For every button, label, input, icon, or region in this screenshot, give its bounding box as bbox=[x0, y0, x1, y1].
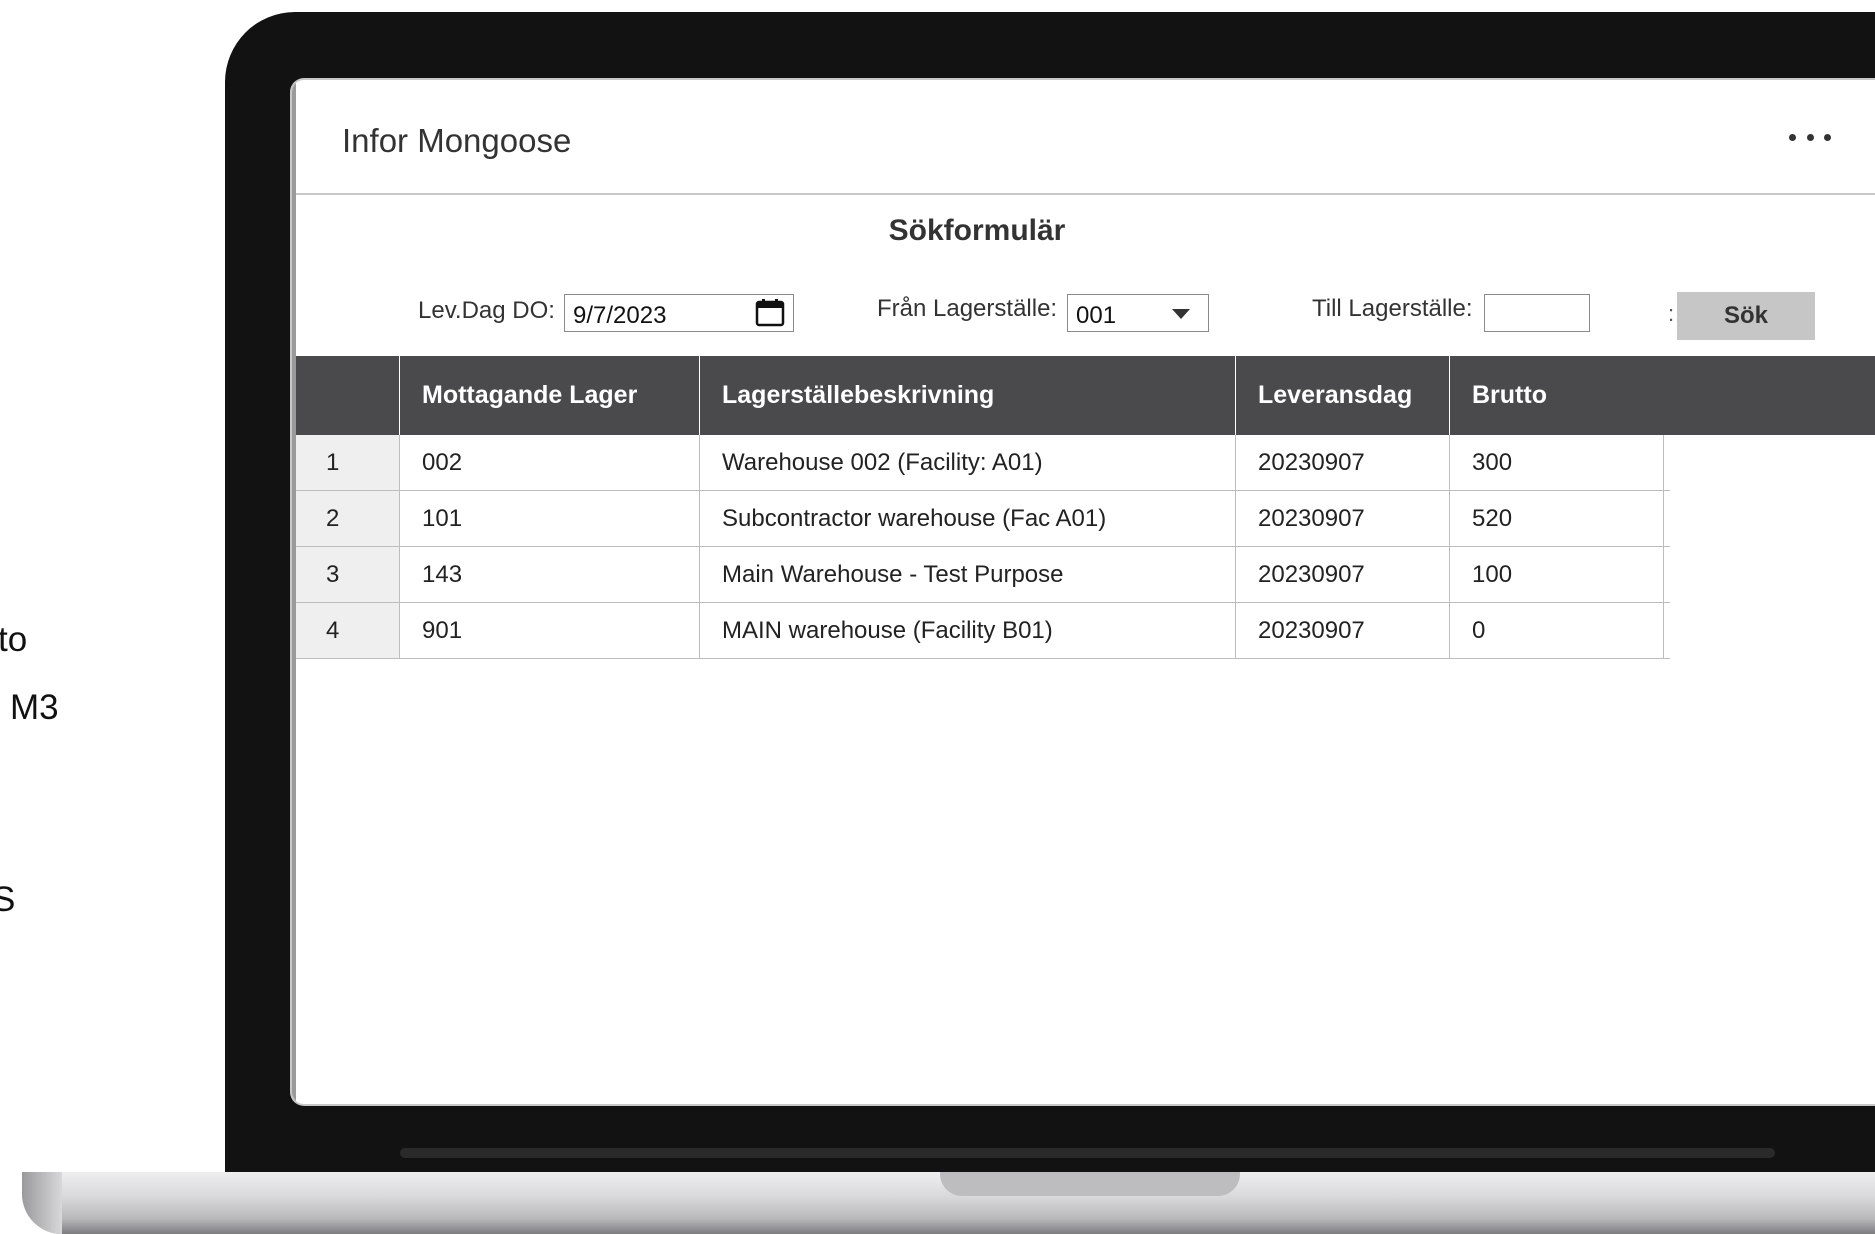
cell-mottagande-lager[interactable]: 101 bbox=[400, 491, 700, 546]
row-number: 3 bbox=[292, 547, 400, 602]
from-warehouse-value: 001 bbox=[1076, 302, 1117, 329]
cell-brutto[interactable]: 520 bbox=[1450, 491, 1664, 546]
row-number: 1 bbox=[292, 435, 400, 490]
column-header-beskrivning[interactable]: Lagerställebeskrivning bbox=[700, 356, 1236, 435]
calendar-icon[interactable] bbox=[755, 298, 785, 328]
laptop-base-edge bbox=[22, 1172, 62, 1234]
column-header-leveransdag[interactable]: Leveransdag bbox=[1236, 356, 1450, 435]
cell-beskrivning[interactable]: MAIN warehouse (Facility B01) bbox=[700, 603, 1236, 658]
separator-colon: : bbox=[1668, 301, 1675, 326]
cell-mottagande-lager[interactable]: 143 bbox=[400, 547, 700, 602]
column-header-brutto[interactable]: Brutto bbox=[1450, 356, 1664, 435]
cell-mottagande-lager[interactable]: 002 bbox=[400, 435, 700, 490]
laptop-hinge bbox=[400, 1148, 1775, 1158]
table-row[interactable]: 4 901 MAIN warehouse (Facility B01) 2023… bbox=[292, 603, 1670, 659]
date-field[interactable]: 9/7/2023 bbox=[564, 294, 794, 332]
cell-brutto[interactable]: 100 bbox=[1450, 547, 1664, 602]
cell-brutto[interactable]: 300 bbox=[1450, 435, 1664, 490]
cell-brutto[interactable]: 0 bbox=[1450, 603, 1664, 658]
form-title: Sökformulär bbox=[888, 214, 1066, 247]
cell-beskrivning[interactable]: Main Warehouse - Test Purpose bbox=[700, 547, 1236, 602]
from-warehouse-select[interactable]: 001 bbox=[1067, 294, 1209, 332]
table-row[interactable]: 3 143 Main Warehouse - Test Purpose 2023… bbox=[292, 547, 1670, 603]
search-button[interactable]: Sök bbox=[1677, 292, 1815, 340]
app-title: Infor Mongoose bbox=[342, 122, 572, 159]
cell-leveransdag[interactable]: 20230907 bbox=[1236, 603, 1450, 658]
cell-leveransdag[interactable]: 20230907 bbox=[1236, 491, 1450, 546]
cell-leveransdag[interactable]: 20230907 bbox=[1236, 435, 1450, 490]
background-text-to: to bbox=[0, 620, 28, 659]
date-value: 9/7/2023 bbox=[573, 302, 667, 329]
table-row[interactable]: 2 101 Subcontractor warehouse (Fac A01) … bbox=[292, 491, 1670, 547]
cell-beskrivning[interactable]: Subcontractor warehouse (Fac A01) bbox=[700, 491, 1236, 546]
date-label: Lev.Dag DO: bbox=[418, 297, 555, 324]
column-header-mottagande-lager[interactable]: Mottagande Lager bbox=[400, 356, 700, 435]
more-options-icon[interactable] bbox=[1789, 132, 1831, 142]
row-number-header bbox=[292, 356, 400, 435]
row-number: 2 bbox=[292, 491, 400, 546]
from-warehouse-label: Från Lagerställe: bbox=[877, 295, 1058, 322]
header-divider bbox=[292, 193, 1875, 195]
to-warehouse-input[interactable] bbox=[1484, 294, 1590, 332]
cell-mottagande-lager[interactable]: 901 bbox=[400, 603, 700, 658]
table-row[interactable]: 1 002 Warehouse 002 (Facility: A01) 2023… bbox=[292, 435, 1670, 491]
background-text-m3: M3 bbox=[10, 688, 59, 727]
row-number: 4 bbox=[292, 603, 400, 658]
to-warehouse-label: Till Lagerställe: bbox=[1312, 295, 1473, 322]
app-window: Infor Mongoose Sökformulär Lev.Dag DO: 9… bbox=[290, 78, 1875, 1106]
background-text-s: S bbox=[0, 880, 16, 919]
window-left-border bbox=[292, 80, 296, 1104]
grid-header: Mottagande Lager Lagerställebeskrivning … bbox=[292, 356, 1875, 435]
chevron-down-icon bbox=[1172, 309, 1190, 319]
laptop-notch bbox=[940, 1172, 1240, 1196]
cell-leveransdag[interactable]: 20230907 bbox=[1236, 547, 1450, 602]
cell-beskrivning[interactable]: Warehouse 002 (Facility: A01) bbox=[700, 435, 1236, 490]
